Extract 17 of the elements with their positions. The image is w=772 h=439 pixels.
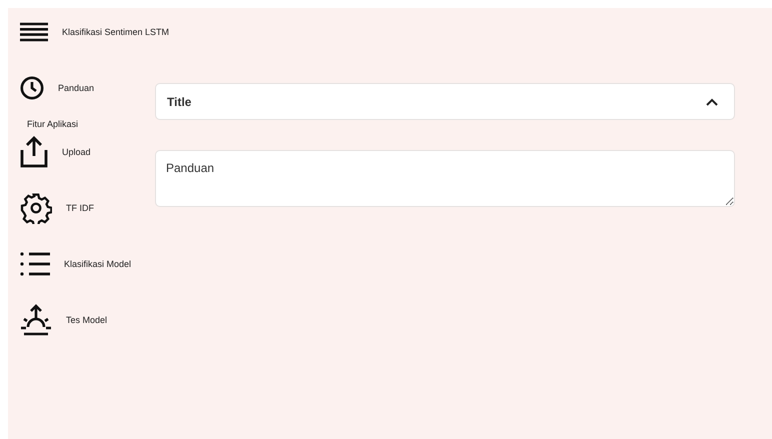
text-area[interactable]: Panduan (155, 150, 735, 207)
sidebar-link[interactable]: Klasifikasi Model (64, 259, 132, 269)
sunrise-icon[interactable] (20, 304, 52, 336)
chevron-icon (706, 98, 718, 106)
menu-icon[interactable] (20, 22, 48, 42)
sidebar-link[interactable]: Tes Model (66, 315, 108, 325)
list-icon[interactable] (20, 251, 50, 277)
accordion-title: Title (167, 94, 192, 108)
sidebar-link[interactable]: Panduan (58, 83, 94, 93)
accordion-header[interactable]: Title (155, 83, 735, 120)
sidebar-link[interactable]: Upload (62, 147, 91, 157)
gear-icon[interactable] (20, 192, 52, 224)
app-title: Klasifikasi Sentimen LSTM (62, 27, 170, 37)
sidebar-link[interactable]: TF IDF (66, 203, 94, 213)
section-heading: Fitur Aplikasi (27, 118, 80, 131)
clock-icon[interactable] (20, 76, 44, 100)
upload-icon[interactable] (20, 136, 48, 168)
